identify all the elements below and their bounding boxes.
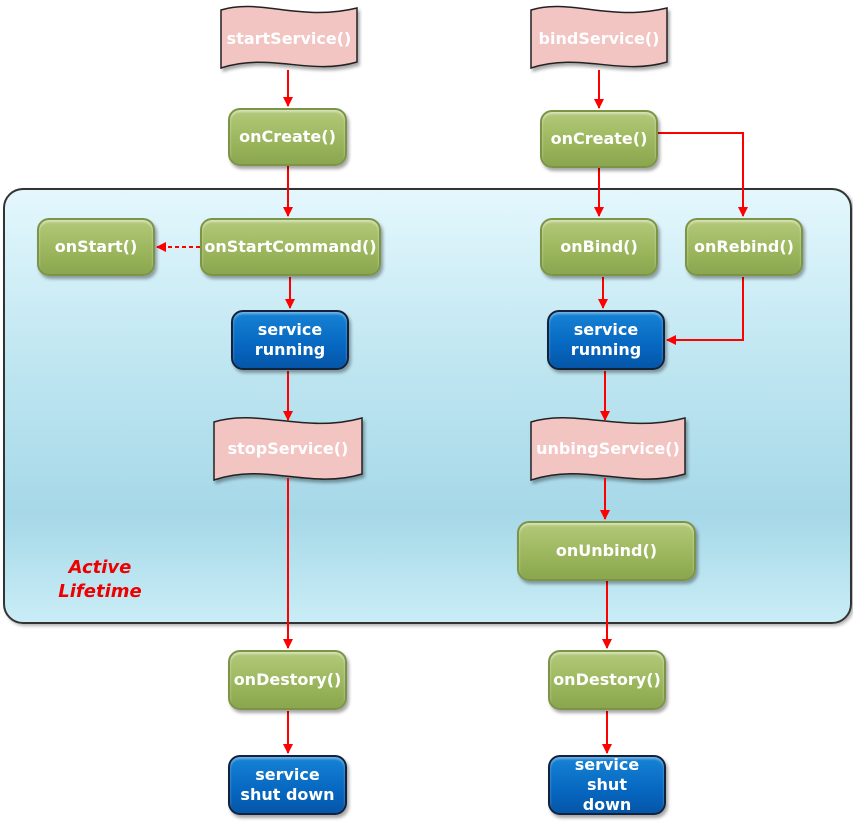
service-running-left: service running [231, 310, 349, 370]
service-shutdown-right: service shut down [548, 755, 666, 815]
on-destroy-left: onDestory() [228, 650, 347, 710]
on-start-command: onStartCommand() [200, 218, 381, 276]
arrow [666, 277, 744, 345]
connectors [156, 5, 748, 754]
start-service-call: startService() [226, 28, 352, 48]
on-destroy-right: onDestory() [548, 650, 666, 710]
on-unbind: onUnbind() [517, 521, 696, 581]
unbind-service-call: unbingService() [536, 438, 680, 458]
service-shutdown-left: service shut down [228, 755, 347, 815]
bind-service-call: bindService() [538, 28, 660, 48]
stop-service-call: stopService() [227, 438, 349, 458]
on-create-left: onCreate() [228, 108, 347, 166]
arrow [658, 132, 748, 217]
on-create-right: onCreate() [540, 110, 658, 168]
on-start: onStart() [37, 218, 155, 276]
active-lifetime-label: Active Lifetime [58, 557, 142, 602]
service-running-right: service running [547, 310, 665, 370]
on-rebind: onRebind() [685, 218, 803, 276]
service-lifecycle-diagram: startService() bindService() stopService… [0, 0, 853, 825]
on-bind: onBind() [540, 218, 658, 276]
